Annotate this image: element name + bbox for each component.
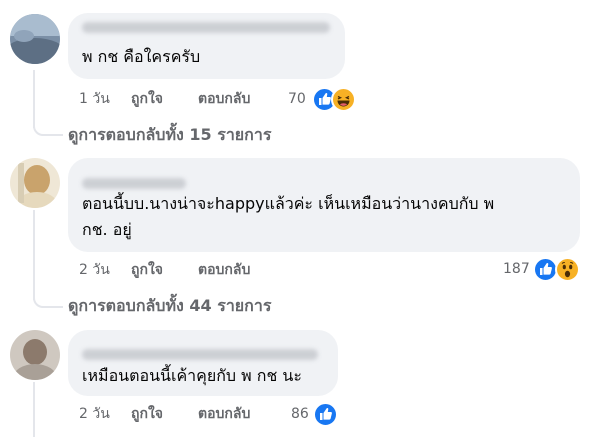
laughing-emoji-icon: [331, 87, 356, 112]
thread-line: [33, 210, 35, 300]
reply-button[interactable]: ตอบกลับ: [198, 259, 250, 281]
reaction-count: 70: [288, 91, 306, 107]
reply-button[interactable]: ตอบกลับ: [198, 88, 250, 110]
reaction-summary[interactable]: 187: [503, 257, 583, 282]
avatar[interactable]: [10, 14, 60, 64]
comment-author[interactable]: [82, 22, 330, 33]
like-button[interactable]: ถูกใจ: [131, 259, 163, 281]
comment-author[interactable]: [82, 349, 318, 360]
wow-emoji-icon: [555, 257, 580, 282]
comment-text: พ กช คือใครครับ: [82, 47, 201, 66]
comment-bubble: เหมือนตอนนี้เค้าคุยกับ พ กช นะ: [68, 330, 338, 396]
view-replies-link[interactable]: ดูการตอบกลับทั้ง 44 รายการ: [68, 294, 271, 319]
like-icon: [313, 402, 338, 427]
comment-text: ตอนนี้บบ.นางน่าจะhappyแล้วค่ะ เห็นเหมือน…: [82, 194, 495, 239]
comment-timestamp[interactable]: 1 วัน: [79, 88, 110, 110]
reaction-summary[interactable]: 70: [288, 87, 358, 112]
reaction-count: 86: [291, 406, 309, 422]
reaction-count: 187: [503, 261, 530, 277]
reply-button[interactable]: ตอบกลับ: [198, 403, 250, 425]
comment-bubble: พ กช คือใครครับ: [68, 13, 345, 79]
reaction-summary[interactable]: 86: [291, 402, 341, 427]
view-replies-link[interactable]: ดูการตอบกลับทั้ง 15 รายการ: [68, 123, 271, 148]
comment-bubble: ตอนนี้บบ.นางน่าจะhappyแล้วค่ะ เห็นเหมือน…: [68, 158, 580, 252]
comment-timestamp[interactable]: 2 วัน: [79, 403, 110, 425]
avatar[interactable]: [10, 330, 60, 380]
comment-text: เหมือนตอนนี้เค้าคุยกับ พ กช นะ: [82, 366, 302, 385]
comment-timestamp[interactable]: 2 วัน: [79, 259, 110, 281]
comment-author[interactable]: [82, 178, 186, 189]
like-button[interactable]: ถูกใจ: [131, 88, 163, 110]
avatar[interactable]: [10, 158, 60, 208]
thread-connector: [33, 120, 63, 136]
like-button[interactable]: ถูกใจ: [131, 403, 163, 425]
thread-connector: [33, 292, 63, 308]
